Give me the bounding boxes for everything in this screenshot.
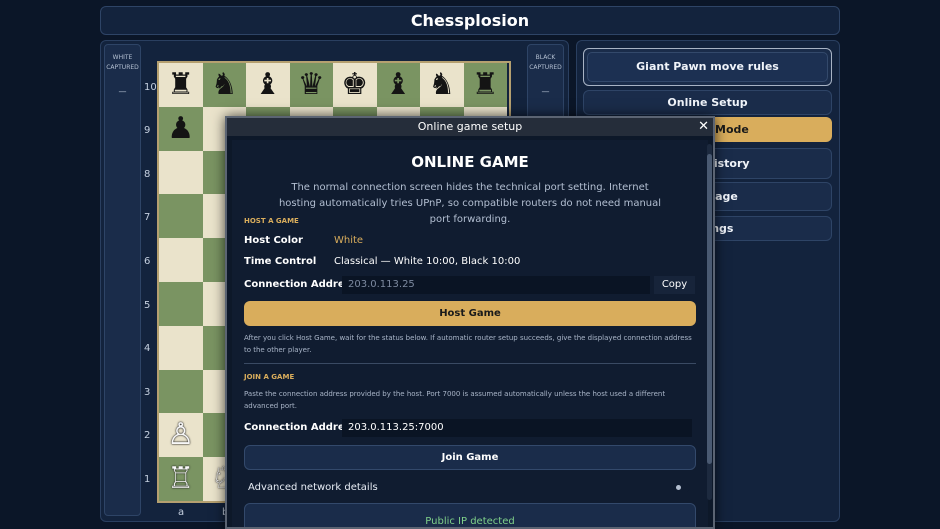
board-square[interactable] <box>159 238 203 282</box>
host-color-label: Host Color <box>244 235 303 246</box>
chess-piece[interactable]: ♖ <box>167 464 194 494</box>
board-square[interactable]: ♜ <box>159 63 203 107</box>
host-section-label: HOST A GAME <box>244 217 299 225</box>
online-setup-button[interactable]: Online Setup <box>583 90 832 115</box>
rank-label-3: 3 <box>144 387 151 398</box>
chess-piece[interactable]: ♞ <box>211 69 238 100</box>
board-square[interactable] <box>159 194 203 239</box>
host-color-value[interactable]: White <box>334 235 363 246</box>
black-captured-value: — <box>541 87 550 96</box>
white-captured-panel: WHITE CAPTURED — <box>104 44 141 516</box>
board-square[interactable] <box>159 150 203 195</box>
board-square[interactable]: ♝ <box>246 63 290 107</box>
host-address-field[interactable]: 203.0.113.25 <box>342 276 650 294</box>
chess-piece[interactable]: ♞ <box>428 69 455 100</box>
rank-label-9: 9 <box>144 125 151 136</box>
board-square[interactable]: ♝ <box>376 63 420 107</box>
rank-label-6: 6 <box>144 256 151 267</box>
board-square[interactable]: ♙ <box>159 413 203 458</box>
online-game-description: The normal connection screen hides the t… <box>278 182 662 225</box>
online-setup-dialog: Online game setup ✕ ONLINE GAME The norm… <box>225 116 715 529</box>
public-ip-status: Public IP detected <box>244 503 696 527</box>
rank-label-10: 10 <box>144 82 157 93</box>
app-title: Chessplosion <box>100 6 840 35</box>
white-captured-label: WHITE CAPTURED <box>106 54 139 71</box>
chess-piece[interactable]: ♝ <box>254 69 281 100</box>
dialog-body: ONLINE GAME The normal connection screen… <box>232 140 708 527</box>
host-address-label: Connection Address <box>244 279 357 290</box>
file-label-a: a <box>178 507 185 518</box>
host-game-button[interactable]: Host Game <box>244 301 696 326</box>
giant-pawn-rules-button[interactable]: Giant Pawn move rules <box>583 48 832 86</box>
white-captured-value: — <box>118 87 127 96</box>
chess-piece[interactable]: ♙ <box>167 420 194 450</box>
board-square[interactable]: ♟ <box>159 106 203 151</box>
board-square[interactable] <box>159 369 203 414</box>
chess-piece[interactable]: ♚ <box>341 69 368 100</box>
join-address-field[interactable]: 203.0.113.25:7000 <box>342 419 692 437</box>
online-game-heading: ONLINE GAME <box>411 153 529 171</box>
join-game-note: Paste the connection address provided by… <box>244 390 666 410</box>
close-icon[interactable]: ✕ <box>698 118 709 136</box>
toggle-knob <box>676 485 681 490</box>
black-captured-label: BLACK CAPTURED <box>529 54 562 71</box>
board-square[interactable]: ♚ <box>333 63 377 107</box>
rank-label-1: 1 <box>144 474 151 485</box>
dialog-scrollbar[interactable] <box>707 144 712 500</box>
copy-address-button[interactable]: Copy <box>654 276 695 294</box>
chess-piece[interactable]: ♝ <box>385 69 412 100</box>
rank-label-5: 5 <box>144 300 151 311</box>
scrollbar-thumb[interactable] <box>707 154 712 464</box>
giant-pawn-rules-label: Giant Pawn move rules <box>587 52 828 82</box>
chess-piece[interactable]: ♛ <box>298 69 325 100</box>
host-game-note: After you click Host Game, wait for the … <box>244 334 692 354</box>
join-game-button[interactable]: Join Game <box>244 445 696 470</box>
rank-label-8: 8 <box>144 169 151 180</box>
board-square[interactable]: ♜ <box>463 63 507 107</box>
board-square[interactable]: ♞ <box>202 63 246 107</box>
board-square[interactable]: ♖ <box>159 457 203 501</box>
dialog-header: Online game setup ✕ <box>227 118 713 136</box>
time-control-label: Time Control <box>244 256 317 267</box>
join-section-label: JOIN A GAME <box>244 373 295 381</box>
chess-piece[interactable]: ♜ <box>167 69 194 100</box>
chess-piece[interactable]: ♜ <box>472 69 499 100</box>
rank-label-4: 4 <box>144 343 151 354</box>
advanced-network-label: Advanced network details <box>248 482 378 493</box>
board-square[interactable] <box>159 281 203 326</box>
time-control-value[interactable]: Classical — White 10:00, Black 10:00 <box>334 256 520 267</box>
board-square[interactable] <box>159 325 203 370</box>
rank-label-7: 7 <box>144 212 151 223</box>
board-square[interactable]: ♞ <box>420 63 464 107</box>
dialog-title: Online game setup <box>417 120 523 133</box>
join-address-label: Connection Address <box>244 422 357 433</box>
advanced-network-toggle[interactable] <box>674 483 690 492</box>
board-square[interactable]: ♛ <box>289 63 333 107</box>
chess-piece[interactable]: ♟ <box>167 113 194 144</box>
rank-label-2: 2 <box>144 430 151 441</box>
section-divider <box>244 363 696 364</box>
